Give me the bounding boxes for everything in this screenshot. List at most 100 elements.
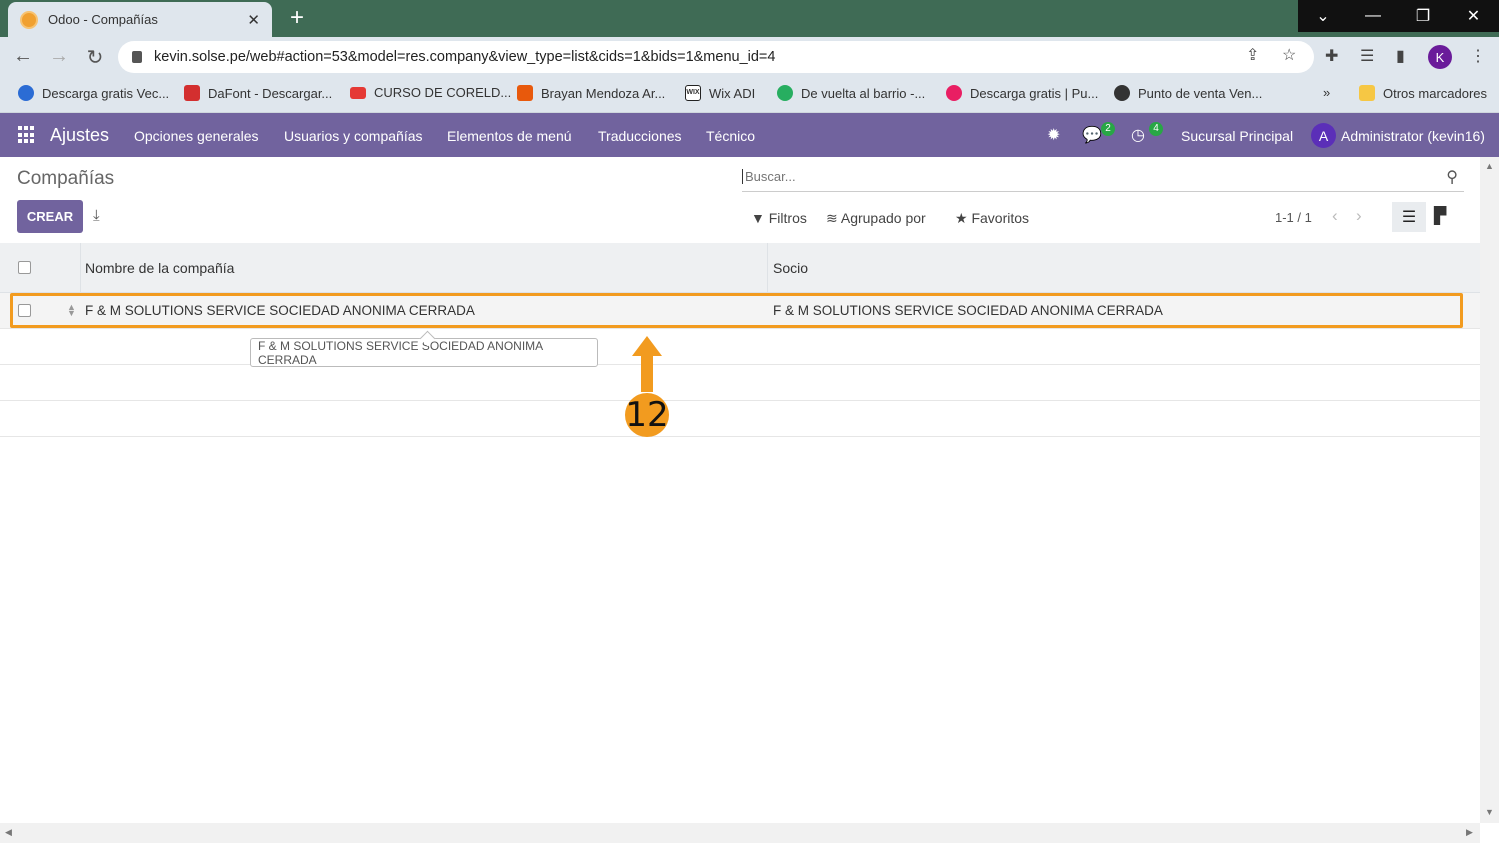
user-menu[interactable]: Administrator (kevin16) xyxy=(1341,128,1485,144)
share-icon[interactable]: ⇪ xyxy=(1246,45,1259,65)
row-tooltip: F & M SOLUTIONS SERVICE SOCIEDAD ANONIMA… xyxy=(250,338,598,367)
favorites-button[interactable]: ★ Favoritos xyxy=(955,210,1029,227)
browser-toolbar: ← → ↻ kevin.solse.pe/web#action=53&model… xyxy=(0,37,1499,77)
bookmark-star-icon[interactable]: ☆ xyxy=(1282,45,1296,65)
scroll-right-icon[interactable]: ▶ xyxy=(1466,827,1473,838)
pager-value[interactable]: 1-1 / 1 xyxy=(1275,210,1312,225)
scroll-down-icon[interactable]: ▼ xyxy=(1485,807,1494,817)
odoo-navbar: Ajustes Opciones generales Usuarios y co… xyxy=(0,113,1499,157)
pager-previous-icon[interactable]: ‹ xyxy=(1332,206,1338,226)
bookmark-label: De vuelta al barrio -... xyxy=(801,85,926,101)
download-icon[interactable]: ⤓ xyxy=(93,207,100,224)
search-icon[interactable]: ⚲ xyxy=(1446,167,1458,187)
bookmark-item[interactable]: De vuelta al barrio -... xyxy=(777,85,925,101)
reload-icon[interactable]: ↻ xyxy=(82,45,108,70)
menu-opciones-generales[interactable]: Opciones generales xyxy=(134,128,259,144)
filters-button[interactable]: ▼ Filtros xyxy=(751,210,807,226)
gitlab-icon xyxy=(517,85,533,101)
page-title: Compañías xyxy=(17,168,115,189)
tab-title: Odoo - Compañías xyxy=(48,12,158,27)
create-button[interactable]: CREAR xyxy=(17,200,83,233)
app-brand[interactable]: Ajustes xyxy=(50,125,109,146)
menu-elementos-menu[interactable]: Elementos de menú xyxy=(447,128,572,144)
browser-tab-strip: Odoo - Compañías ✕ + ⌄ — ❐ ✕ xyxy=(0,0,1499,37)
bookmarks-overflow-button[interactable]: » xyxy=(1323,85,1330,100)
horizontal-scrollbar[interactable]: ◀ ▶ xyxy=(0,823,1480,843)
select-all-checkbox[interactable] xyxy=(18,261,31,274)
bookmark-label: DaFont - Descargar... xyxy=(208,85,333,101)
bookmark-icon xyxy=(18,85,34,101)
reading-list-icon[interactable]: ☰ xyxy=(1360,46,1374,66)
column-header-partner[interactable]: Socio xyxy=(773,260,808,276)
favorites-label: Favoritos xyxy=(971,210,1030,226)
apps-menu-icon[interactable] xyxy=(18,126,36,144)
table-header: Nombre de la compañía Socio xyxy=(0,243,1480,293)
vertical-scrollbar[interactable]: ▲ ▼ xyxy=(1480,157,1499,823)
minimize-button[interactable]: — xyxy=(1348,0,1398,32)
chrome-menu-icon[interactable]: ⋮ xyxy=(1470,46,1486,66)
menu-tecnico[interactable]: Técnico xyxy=(706,128,755,144)
layers-icon: ≋ xyxy=(826,210,838,226)
forward-icon[interactable]: → xyxy=(46,45,72,68)
close-window-button[interactable]: ✕ xyxy=(1448,0,1499,32)
drop-icon xyxy=(946,85,962,101)
bookmarks-bar: Descarga gratis Vec... DaFont - Descarga… xyxy=(0,77,1499,113)
odoo-favicon-icon xyxy=(20,10,38,29)
lock-icon[interactable] xyxy=(132,51,142,63)
new-tab-button[interactable]: + xyxy=(284,4,310,32)
filter-icon: ▼ xyxy=(751,210,765,226)
messages-badge: 2 xyxy=(1101,122,1115,136)
branch-switcher[interactable]: Sucursal Principal xyxy=(1181,128,1293,144)
group-by-label: Agrupado por xyxy=(840,210,926,226)
other-bookmarks-folder[interactable]: Otros marcadores xyxy=(1359,85,1487,101)
folder-icon xyxy=(1359,85,1375,101)
pager-next-icon[interactable]: › xyxy=(1356,206,1362,226)
bookmark-label: Punto de venta Ven... xyxy=(1138,85,1263,101)
search-input[interactable] xyxy=(742,169,1432,184)
annotation-highlight-box xyxy=(10,293,1463,328)
menu-traducciones[interactable]: Traducciones xyxy=(598,128,682,144)
youtube-icon xyxy=(350,86,366,99)
address-bar[interactable]: kevin.solse.pe/web#action=53&model=res.c… xyxy=(118,41,1314,73)
browser-tab[interactable]: Odoo - Compañías ✕ xyxy=(8,2,272,37)
bookmark-icon xyxy=(184,85,200,101)
bookmark-item[interactable]: CURSO DE CORELD... xyxy=(350,85,511,100)
bookmark-item[interactable]: DaFont - Descargar... xyxy=(184,85,332,101)
column-header-company-name[interactable]: Nombre de la compañía xyxy=(85,260,234,276)
bookmark-item[interactable]: Punto de venta Ven... xyxy=(1114,85,1262,101)
bookmark-item[interactable]: Brayan Mendoza Ar... xyxy=(517,85,665,101)
back-icon[interactable]: ← xyxy=(10,45,36,68)
bookmark-item[interactable]: Descarga gratis Vec... xyxy=(18,85,169,101)
extensions-icon[interactable]: ✚ xyxy=(1325,46,1338,66)
scroll-up-icon[interactable]: ▲ xyxy=(1485,161,1494,171)
overflow-label: » xyxy=(1323,85,1331,100)
profile-avatar[interactable]: K xyxy=(1428,45,1452,69)
user-avatar[interactable]: A xyxy=(1311,123,1336,148)
restore-button[interactable]: ❐ xyxy=(1398,0,1448,32)
debug-bug-icon[interactable]: ✹ xyxy=(1047,125,1060,145)
side-panel-icon[interactable]: ▮ xyxy=(1396,46,1405,66)
search-bar: ⚲ xyxy=(742,162,1464,192)
wix-icon: WIX xyxy=(685,85,701,101)
bookmark-item[interactable]: Descarga gratis | Pu... xyxy=(946,85,1098,101)
scroll-left-icon[interactable]: ◀ xyxy=(5,827,12,838)
messages-icon[interactable]: 💬 xyxy=(1082,125,1102,145)
star-icon: ★ xyxy=(955,210,968,226)
group-by-button[interactable]: ≋ Agrupado por xyxy=(826,210,926,227)
list-icon: ☰ xyxy=(1401,209,1417,226)
play-icon xyxy=(777,85,793,101)
url-text: kevin.solse.pe/web#action=53&model=res.c… xyxy=(154,49,776,65)
activities-clock-icon[interactable]: ◷ xyxy=(1131,125,1145,145)
empty-row xyxy=(0,365,1480,401)
annotation-arrow-icon xyxy=(632,336,662,392)
tab-search-icon[interactable]: ⌄ xyxy=(1298,0,1348,32)
empty-row xyxy=(0,329,1480,365)
close-tab-icon[interactable]: ✕ xyxy=(247,11,260,29)
kanban-view-icon[interactable]: ▛ xyxy=(1434,206,1446,226)
star-badge-icon xyxy=(1114,85,1130,101)
list-view-button[interactable]: ☰ xyxy=(1392,202,1426,232)
menu-usuarios-companias[interactable]: Usuarios y compañías xyxy=(284,128,423,144)
filters-label: Filtros xyxy=(768,210,807,226)
bookmark-item[interactable]: WIX Wix ADI xyxy=(685,85,755,101)
other-bookmarks-label: Otros marcadores xyxy=(1383,85,1488,101)
